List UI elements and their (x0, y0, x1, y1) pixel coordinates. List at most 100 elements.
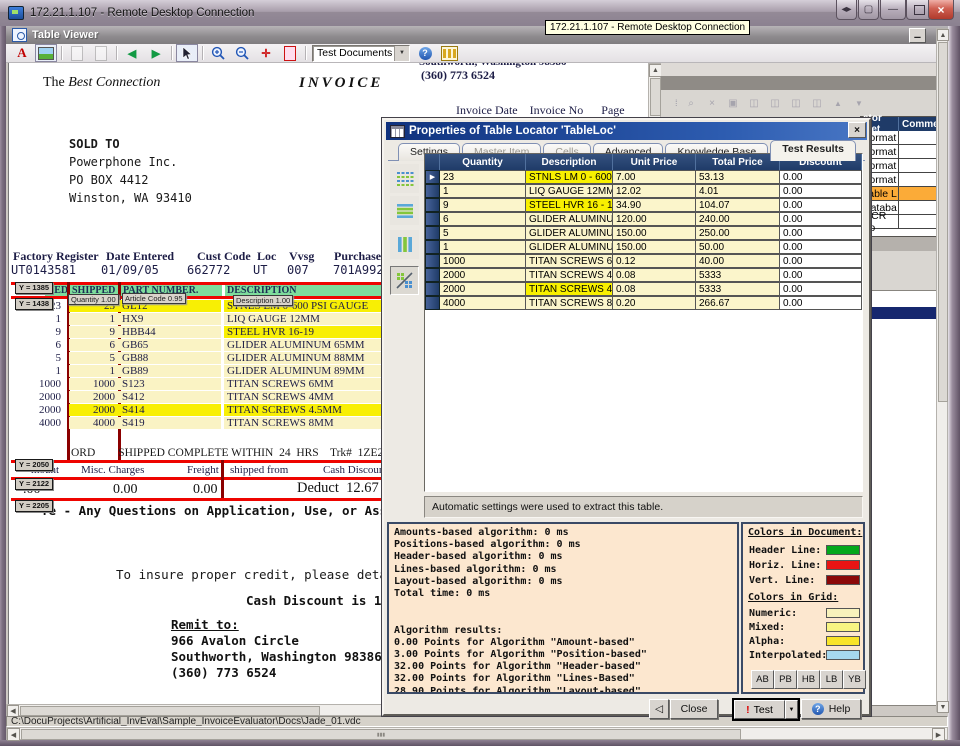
grid-row[interactable]: 1 GLIDER ALUMINU 150.00 50.00 0.00 (425, 240, 862, 254)
tab-test-results[interactable]: Test Results (770, 140, 856, 161)
results-grid[interactable]: Quantity Description Unit Price Total Pr… (424, 153, 863, 492)
locator-row[interactable]: OCR Vo (861, 215, 947, 229)
columns-button[interactable] (438, 44, 460, 62)
delete-icon[interactable]: × (704, 96, 721, 110)
scrollbar-thumb[interactable]: ▮▮▮ (21, 729, 741, 740)
scroll-up-icon[interactable]: ▲ (937, 29, 949, 41)
scrollbar-thumb[interactable] (20, 706, 320, 716)
view-rows-button[interactable] (390, 196, 419, 225)
grid-row[interactable]: 1000 TITAN SCREWS 6 0.12 40.00 0.00 (425, 254, 862, 268)
close-dialog-button[interactable]: Close (670, 699, 718, 719)
toolbar-separator (116, 46, 117, 60)
combobox-value: Test Documents (317, 47, 392, 59)
image-mode-button[interactable] (35, 44, 57, 62)
close-icon: × (937, 3, 944, 17)
test-button[interactable]: ! Test (734, 700, 785, 719)
close-icon: × (854, 125, 860, 136)
dark-red-vertical-line (221, 460, 224, 500)
grid-column-header[interactable]: Total Price (696, 154, 780, 170)
invoice-title: INVOICE (299, 75, 383, 92)
grid-row[interactable]: 4000 TITAN SCREWS 8 0.20 266.67 0.00 (425, 296, 862, 310)
fit-width-button[interactable] (279, 44, 301, 62)
minimize-button[interactable]: — (880, 0, 906, 20)
help-dialog-button[interactable]: ? Help (801, 699, 861, 719)
algo-button-ab[interactable]: AB (751, 670, 774, 689)
dialog-titlebar[interactable]: Properties of Table Locator 'TableLoc' (386, 122, 867, 140)
grid-column-header[interactable]: Unit Price (613, 154, 696, 170)
view-columns-button[interactable] (390, 230, 419, 259)
grid-row[interactable]: 1 LIQ GAUGE 12MM 12.02 4.01 0.00 (425, 184, 862, 198)
table-locator-icon (390, 125, 405, 138)
colors-grid-title: Colors in Grid: (748, 592, 838, 603)
fit-page-icon: ✛ (261, 47, 270, 60)
rdp-connection-info-button[interactable]: ◂▸ (836, 0, 857, 20)
chevron-down-icon: ▼ (789, 707, 795, 713)
help-icon: ? (419, 47, 432, 60)
rdp-titlebar[interactable]: 172.21.1.107 - Remote Desktop Connection (0, 0, 960, 27)
grid-column-header[interactable]: Description (526, 154, 613, 170)
grid-row[interactable]: 9 STEEL HVR 16 - 19 34.90 104.07 0.00 (425, 198, 862, 212)
grid-row[interactable]: ▶ 23 STNLS LM 0 - 600 7.00 53.13 0.00 (425, 170, 862, 184)
grid-column-header[interactable]: Quantity (440, 154, 526, 170)
move-up-icon[interactable]: ▲ (830, 96, 847, 110)
note-line: fe - Any Questions on Application, Use, … (41, 503, 425, 518)
scroll-right-icon[interactable]: ▶ (932, 728, 945, 741)
stamp-icon[interactable]: ◫ (767, 96, 784, 110)
view-mixed-button[interactable] (390, 266, 419, 295)
grid-row[interactable]: 6 GLIDER ALUMINU 120.00 240.00 0.00 (425, 212, 862, 226)
locator-row[interactable]: Format (861, 159, 947, 173)
viewer-titlebar[interactable]: Table Viewer ▁ (6, 26, 948, 45)
next-page-button[interactable] (90, 44, 112, 62)
grid-row[interactable]: 2000 TITAN SCREWS 4. 0.08 5333 0.00 (425, 282, 862, 296)
scroll-down-icon[interactable]: ▼ (937, 701, 949, 713)
algo-button-lb[interactable]: LB (820, 670, 843, 689)
move-down-icon[interactable]: ▼ (851, 96, 868, 110)
connection-info-icon: ◂▸ (841, 4, 851, 15)
toolbar-separator (171, 46, 172, 60)
row-marker: ▶ (425, 170, 440, 184)
test-dropdown-button[interactable]: ▼ (785, 700, 798, 719)
rdp-pin-button[interactable]: ▢ (858, 0, 879, 20)
zoom-in-button[interactable] (207, 44, 229, 62)
app-hscrollbar[interactable]: ◀ ▮▮▮ ▶ (6, 727, 948, 740)
locator-row[interactable]: Format (861, 131, 947, 145)
properties-icon[interactable]: ▣ (725, 96, 742, 110)
grid-row[interactable]: 5 GLIDER ALUMINU 150.00 250.00 0.00 (425, 226, 862, 240)
chevron-down-icon[interactable]: ▼ (394, 46, 409, 61)
select-cursor-button[interactable] (176, 44, 198, 62)
scrollbar-thumb[interactable] (650, 78, 661, 116)
algo-button-pb[interactable]: PB (774, 670, 797, 689)
copy-icon[interactable]: ◫ (746, 96, 763, 110)
locator-row[interactable]: Format (861, 173, 947, 187)
document-set-combobox[interactable]: Test Documents ▼ (312, 45, 410, 62)
text-mode-button[interactable]: A (11, 44, 33, 62)
locator-row[interactable]: Format (861, 145, 947, 159)
help-button[interactable]: ? (414, 44, 436, 62)
zoom-out-button[interactable] (231, 44, 253, 62)
stamp-run-icon[interactable]: ◫ (788, 96, 805, 110)
view-cells-button[interactable] (390, 164, 419, 193)
main-vscrollbar[interactable]: ▲ ▼ (936, 28, 948, 712)
fit-page-button[interactable]: ✛ (255, 44, 277, 62)
locator-row-selected[interactable]: Table L (861, 187, 947, 201)
algo-button-hb[interactable]: HB (797, 670, 820, 689)
stamp-all-icon[interactable]: ◫ (809, 96, 826, 110)
mixed-swatch (826, 622, 860, 632)
scroll-left-icon[interactable]: ◀ (7, 728, 20, 741)
prev-page-button[interactable] (66, 44, 88, 62)
viewer-minimize-button[interactable]: ▁ (909, 28, 926, 43)
algo-button-yb[interactable]: YB (843, 670, 866, 689)
ord-line: ORD SHIPPED COMPLETE WITHIN 24 HRS Trk# … (71, 447, 390, 459)
close-button[interactable]: × (928, 0, 954, 20)
dialog-close-button[interactable]: × (848, 122, 866, 138)
rotate-right-button[interactable]: ▶ (145, 44, 167, 62)
find-icon[interactable]: ⌕ (683, 96, 700, 110)
locator-table[interactable]: ator Met Commen Format Format Format For… (860, 116, 948, 237)
pin-icon: ▢ (864, 4, 873, 15)
rotate-left-button[interactable]: ◀ (121, 44, 143, 62)
window-border-right (948, 26, 960, 740)
grid-row[interactable]: 2000 TITAN SCREWS 4 0.08 5333 0.00 (425, 268, 862, 282)
selected-item-bar[interactable] (865, 307, 943, 319)
scrollbar-thumb[interactable] (938, 42, 948, 402)
prev-record-button[interactable]: ◁ (649, 699, 669, 719)
